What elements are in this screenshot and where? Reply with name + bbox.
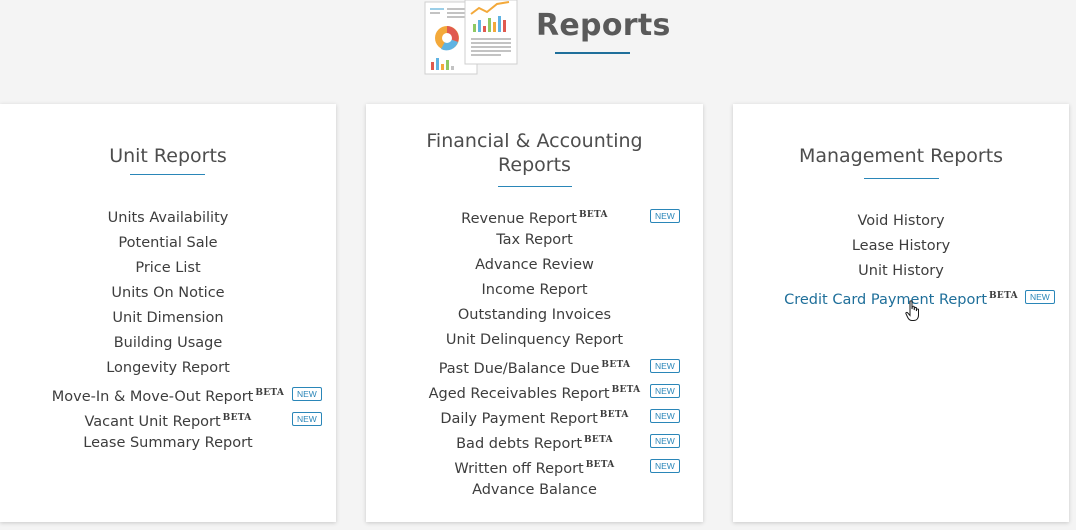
report-label: Void History — [857, 213, 945, 229]
report-label: Lease History — [851, 238, 951, 254]
new-badge: NEW — [650, 209, 680, 223]
report-link-bad-debts-report[interactable]: Bad debts Report BETA NEW — [366, 428, 703, 453]
report-label: Unit History — [858, 263, 944, 279]
report-link-written-off-report[interactable]: Written off Report BETA NEW — [366, 453, 703, 478]
beta-tag: BETA — [601, 360, 631, 370]
report-link-advance-review[interactable]: Advance Review — [366, 253, 703, 278]
report-link-void-history[interactable]: Void History — [733, 209, 1069, 234]
report-link-longevity-report[interactable]: Longevity Report — [0, 356, 336, 381]
report-link-unit-delinquency-report[interactable]: Unit Delinquency Report — [366, 328, 703, 353]
report-link-building-usage[interactable]: Building Usage — [0, 331, 336, 356]
report-label: Written off Report — [454, 461, 584, 477]
report-link-aged-receivables-report[interactable]: Aged Receivables Report BETA NEW — [366, 378, 703, 403]
report-link-daily-payment-report[interactable]: Daily Payment Report BETA NEW — [366, 403, 703, 428]
report-label: Past Due/Balance Due — [438, 361, 600, 377]
beta-tag: BETA — [611, 385, 641, 395]
new-badge: NEW — [650, 359, 680, 373]
card-title: Unit Reports — [109, 145, 227, 167]
new-badge: NEW — [650, 459, 680, 473]
management-reports-card: Management Reports Void History Lease Hi… — [733, 104, 1069, 522]
new-badge: NEW — [650, 434, 680, 448]
new-badge: NEW — [1025, 290, 1055, 304]
card-title-underline — [130, 174, 205, 175]
report-label: Income Report — [481, 282, 588, 298]
report-link-price-list[interactable]: Price List — [0, 256, 336, 281]
beta-tag: BETA — [578, 210, 608, 220]
new-badge: NEW — [650, 384, 680, 398]
new-badge: NEW — [650, 409, 680, 423]
report-link-move-in-move-out-report[interactable]: Move-In & Move-Out Report BETA NEW — [0, 381, 336, 406]
report-link-units-availability[interactable]: Units Availability — [0, 206, 336, 231]
report-label: Daily Payment Report — [440, 411, 598, 427]
report-label: Bad debts Report — [456, 436, 583, 452]
beta-tag: BETA — [599, 410, 629, 420]
report-link-past-due-balance-due[interactable]: Past Due/Balance Due BETA NEW — [366, 353, 703, 378]
page-title: Reports — [536, 8, 671, 43]
report-list: Revenue Report BETA NEW Tax Report Advance… — [366, 203, 703, 503]
beta-tag: BETA — [222, 413, 252, 423]
report-link-lease-history[interactable]: Lease History — [733, 234, 1069, 259]
unit-reports-card: Unit Reports Units Availability Potentia… — [0, 104, 336, 522]
report-label: Move-In & Move-Out Report — [51, 389, 254, 405]
beta-tag: BETA — [585, 460, 615, 470]
new-badge: NEW — [292, 387, 322, 401]
hand-pointer-icon — [905, 300, 919, 321]
report-link-unit-history[interactable]: Unit History — [733, 259, 1069, 284]
report-list: Void History Lease History Unit History … — [733, 209, 1069, 309]
report-label: Revenue Report — [461, 211, 577, 227]
report-link-potential-sale[interactable]: Potential Sale — [0, 231, 336, 256]
report-label: Building Usage — [113, 335, 223, 351]
report-label: Unit Dimension — [112, 310, 224, 326]
report-link-outstanding-invoices[interactable]: Outstanding Invoices — [366, 303, 703, 328]
report-link-revenue-report[interactable]: Revenue Report BETA NEW — [366, 203, 703, 228]
card-title: Management Reports — [798, 145, 1004, 167]
report-label: Longevity Report — [106, 360, 230, 376]
report-link-lease-summary-report[interactable]: Lease Summary Report — [0, 431, 336, 456]
report-label: Lease Summary Report — [83, 435, 253, 451]
report-label: Advance Review — [475, 257, 594, 273]
card-title-underline — [864, 178, 939, 179]
report-link-units-on-notice[interactable]: Units On Notice — [0, 281, 336, 306]
new-badge: NEW — [292, 412, 322, 426]
page-title-underline — [555, 52, 630, 54]
report-label: Price List — [135, 260, 201, 276]
beta-tag: BETA — [255, 388, 285, 398]
report-list: Units Availability Potential Sale Price … — [0, 206, 336, 456]
card-title-underline — [498, 186, 572, 187]
page-header: Reports — [0, 0, 1076, 80]
beta-tag: BETA — [584, 435, 613, 445]
report-link-unit-dimension[interactable]: Unit Dimension — [0, 306, 336, 331]
report-label: Potential Sale — [118, 235, 218, 251]
report-link-income-report[interactable]: Income Report — [366, 278, 703, 303]
report-label: Aged Receivables Report — [428, 386, 610, 402]
card-title-line-2: Reports — [498, 154, 571, 176]
report-link-vacant-unit-report[interactable]: Vacant Unit Report BETA NEW — [0, 406, 336, 431]
report-label: Credit Card Payment Report — [784, 292, 988, 308]
report-label: Units On Notice — [111, 285, 225, 301]
reports-illustration-icon — [424, 0, 518, 75]
report-link-tax-report[interactable]: Tax Report — [366, 228, 703, 253]
report-link-credit-card-payment-report[interactable]: Credit Card Payment Report BETA NEW — [733, 284, 1069, 309]
report-label: Unit Delinquency Report — [445, 332, 624, 348]
report-label: Outstanding Invoices — [457, 307, 612, 323]
report-label: Units Availability — [107, 210, 229, 226]
card-title-line-1: Financial & Accounting — [426, 130, 643, 152]
report-label: Advance Balance — [472, 482, 597, 498]
report-label: Tax Report — [496, 232, 573, 248]
report-label: Vacant Unit Report — [84, 414, 221, 430]
report-link-advance-balance[interactable]: Advance Balance — [366, 478, 703, 503]
beta-tag: BETA — [989, 291, 1018, 301]
financial-accounting-reports-card: Financial & Accounting Reports Revenue R… — [366, 104, 703, 522]
